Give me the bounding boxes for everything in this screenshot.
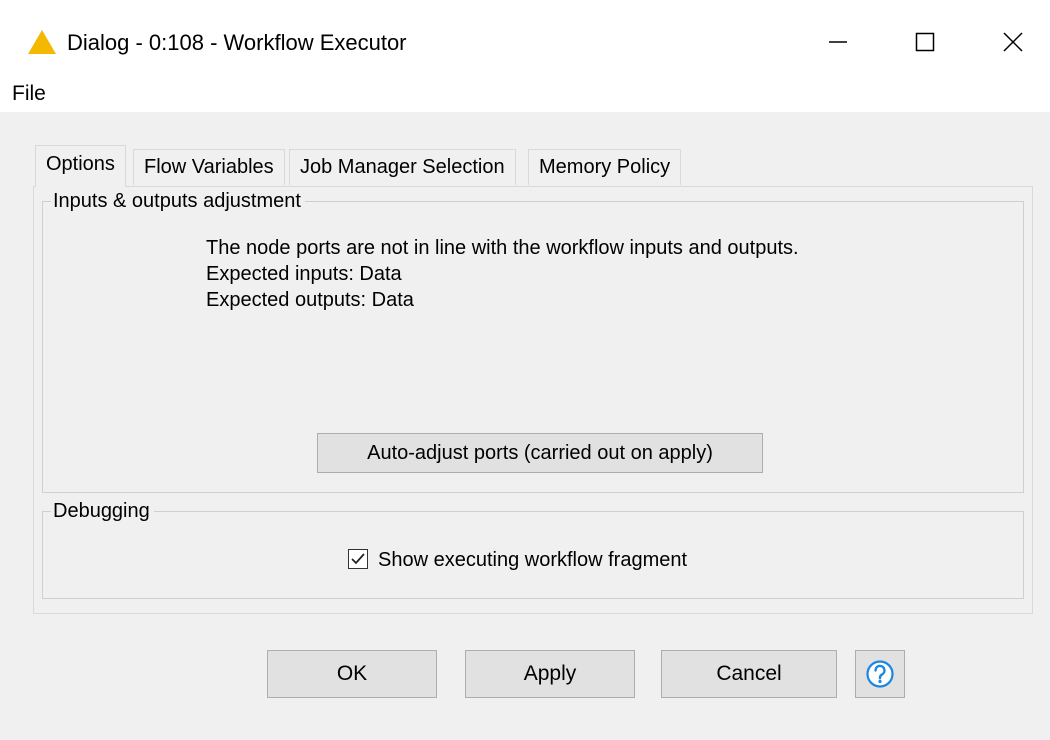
inputs-outputs-group: Inputs & outputs adjustment The node por… [42,188,1024,493]
help-icon [866,660,894,688]
debugging-group: Debugging Show executing workflow fragme… [42,498,1024,599]
window-title: Dialog - 0:108 - Workflow Executor [67,30,407,55]
tab-options[interactable]: Options [35,145,126,187]
show-fragment-checkbox[interactable] [348,549,368,569]
close-icon [1003,32,1023,52]
maximize-button[interactable] [895,20,955,64]
expected-outputs-text: Expected outputs: Data [206,289,414,311]
warning-triangle-icon [28,30,56,54]
minimize-button[interactable] [808,20,868,64]
show-fragment-label: Show executing workflow fragment [378,549,688,571]
tab-flow-variables[interactable]: Flow Variables [133,149,285,185]
apply-button[interactable]: Apply [465,650,635,698]
expected-inputs-text: Expected inputs: Data [206,263,402,285]
menu-file[interactable]: File [10,81,48,107]
debugging-legend: Debugging [51,498,154,524]
maximize-icon [915,32,935,52]
tab-job-manager-selection[interactable]: Job Manager Selection [289,149,516,185]
minimize-icon [829,41,847,43]
auto-adjust-ports-button[interactable]: Auto-adjust ports (carried out on apply) [317,433,763,473]
checkmark-icon [351,553,365,565]
ports-mismatch-message: The node ports are not in line with the … [206,237,799,259]
menu-bar: File [0,76,1050,112]
close-button[interactable] [983,20,1043,64]
tab-memory-policy[interactable]: Memory Policy [528,149,682,185]
ok-button[interactable]: OK [267,650,437,698]
title-bar: Dialog - 0:108 - Workflow Executor [0,0,1050,76]
dialog-content: Options Flow Variables Job Manager Selec… [0,112,1050,740]
inputs-outputs-legend: Inputs & outputs adjustment [51,188,305,214]
options-panel: Inputs & outputs adjustment The node por… [33,186,1033,614]
cancel-button[interactable]: Cancel [661,650,837,698]
help-button[interactable] [855,650,905,698]
